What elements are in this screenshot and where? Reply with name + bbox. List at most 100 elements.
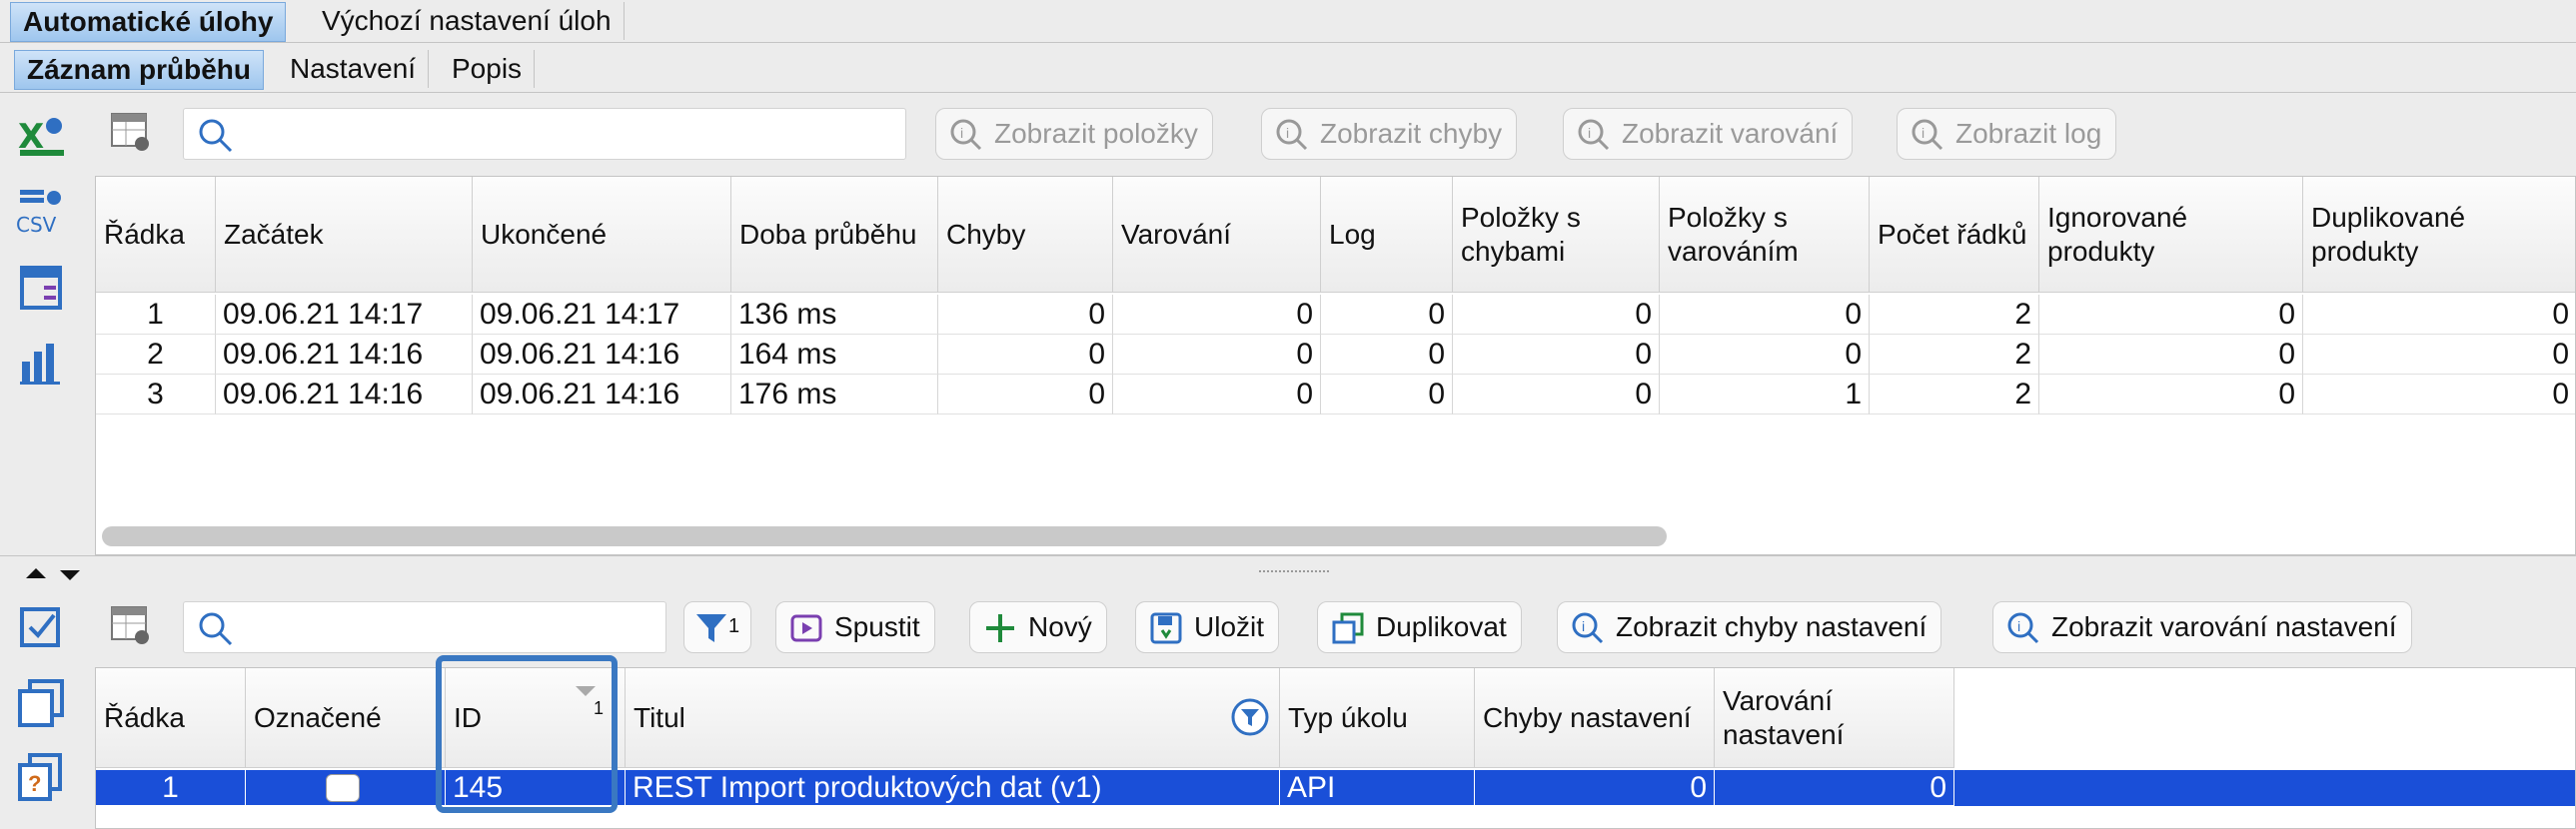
tab-nastaveni[interactable]: Nastavení xyxy=(278,50,430,88)
run-log-cell-7[interactable]: 0 xyxy=(1453,335,1660,375)
zobrazit-log-label: Zobrazit log xyxy=(1955,118,2102,149)
column-header-5[interactable]: Varování xyxy=(1113,177,1321,293)
run-log-cell-6[interactable]: 0 xyxy=(1321,375,1453,414)
column-header-10[interactable]: Ignorované produkty xyxy=(2039,177,2303,293)
run-log-cell-10[interactable]: 0 xyxy=(2039,335,2303,375)
run-log-cell-2[interactable]: 09.06.21 14:16 xyxy=(473,335,731,375)
run-log-cell-10[interactable]: 0 xyxy=(2039,295,2303,335)
splitter-arrows-icon[interactable] xyxy=(22,562,84,586)
run-log-cell-9[interactable]: 2 xyxy=(1870,295,2039,335)
run-log-cell-1[interactable]: 09.06.21 14:17 xyxy=(216,295,473,335)
run-log-cell-11[interactable]: 0 xyxy=(2303,375,2575,414)
column-header-3[interactable]: Titul xyxy=(626,668,1280,768)
run-log-cell-7[interactable]: 0 xyxy=(1453,295,1660,335)
info-search-icon: i xyxy=(950,119,982,151)
bar-chart-icon[interactable] xyxy=(16,336,68,388)
novy-button[interactable]: Nový xyxy=(969,601,1107,653)
run-log-cell-2[interactable]: 09.06.21 14:17 xyxy=(473,295,731,335)
upper-search-input[interactable] xyxy=(183,108,906,160)
run-log-cell-6[interactable]: 0 xyxy=(1321,295,1453,335)
zobrazit-varovani-nastaveni-button[interactable]: i Zobrazit varování nastavení xyxy=(1992,601,2412,653)
column-header-11[interactable]: Duplikované produkty xyxy=(2303,177,2575,293)
task-cell-3[interactable]: REST Import produktových dat (v1) xyxy=(626,770,1280,806)
column-header-1[interactable]: Začátek xyxy=(216,177,473,293)
table-settings-icon[interactable] xyxy=(108,603,152,647)
spustit-button[interactable]: Spustit xyxy=(775,601,935,653)
run-log-cell-5[interactable]: 0 xyxy=(1113,375,1321,414)
run-log-cell-8[interactable]: 1 xyxy=(1660,375,1870,414)
ulozit-button[interactable]: Uložit xyxy=(1135,601,1280,653)
column-header-6[interactable]: Log xyxy=(1321,177,1453,293)
help-document-icon[interactable]: ? xyxy=(16,751,68,803)
column-header-4[interactable]: Chyby xyxy=(938,177,1113,293)
run-log-cell-5[interactable]: 0 xyxy=(1113,335,1321,375)
search-icon xyxy=(199,119,233,153)
tasks-table[interactable]: Řádka Označené ID Titul Typ úkolu Chyby nasta… xyxy=(95,667,2576,829)
copy-icon[interactable] xyxy=(16,677,68,729)
task-cell-6[interactable]: 0 xyxy=(1715,770,1954,806)
column-header-0[interactable]: Řádka xyxy=(96,177,216,293)
column-header-0[interactable]: Řádka xyxy=(96,668,246,768)
duplikovat-button[interactable]: Duplikovat xyxy=(1317,601,1522,653)
table-settings-icon[interactable] xyxy=(108,110,152,154)
excel-export-icon[interactable]: X xyxy=(16,110,68,162)
zobrazit-chyby-nastaveni-button[interactable]: i Zobrazit chyby nastavení xyxy=(1557,601,1942,653)
tab-popis[interactable]: Popis xyxy=(440,50,536,88)
run-log-cell-1[interactable]: 09.06.21 14:16 xyxy=(216,375,473,414)
run-log-cell-8[interactable]: 0 xyxy=(1660,295,1870,335)
task-cell-0[interactable]: 1 xyxy=(96,770,246,806)
zobrazit-polozky-button[interactable]: i Zobrazit položky xyxy=(935,108,1213,160)
column-header-9[interactable]: Počet řádků xyxy=(1870,177,2039,293)
run-log-cell-9[interactable]: 2 xyxy=(1870,375,2039,414)
run-log-cell-3[interactable]: 164 ms xyxy=(731,335,938,375)
run-log-cell-3[interactable]: 136 ms xyxy=(731,295,938,335)
column-header-2[interactable]: Ukončené xyxy=(473,177,731,293)
sort-descending-icon[interactable]: 1 xyxy=(574,684,604,718)
tab-automaticke-ulohy[interactable]: Automatické úlohy xyxy=(10,2,287,42)
run-log-table[interactable]: Řádka Začátek Ukončené Doba průběhu Chyby Var… xyxy=(95,176,2576,555)
column-header-4[interactable]: Typ úkolu xyxy=(1280,668,1475,768)
run-log-cell-0[interactable]: 1 xyxy=(96,295,216,335)
column-header-2[interactable]: ID xyxy=(446,668,626,768)
csv-export-icon[interactable]: CSV xyxy=(16,186,68,238)
tab-zaznam-prubehu[interactable]: Záznam průběhu xyxy=(14,50,265,90)
task-cell-5[interactable]: 0 xyxy=(1475,770,1715,806)
zobrazit-varovani-button[interactable]: i Zobrazit varování xyxy=(1563,108,1854,160)
splitter[interactable] xyxy=(0,555,2576,591)
run-log-cell-7[interactable]: 0 xyxy=(1453,375,1660,414)
run-log-cell-4[interactable]: 0 xyxy=(938,375,1113,414)
run-log-cell-11[interactable]: 0 xyxy=(2303,295,2575,335)
column-header-6[interactable]: Varování nastavení xyxy=(1715,668,1954,768)
horizontal-scrollbar[interactable] xyxy=(102,526,1667,546)
zobrazit-log-button[interactable]: i Zobrazit log xyxy=(1897,108,2117,160)
column-header-3[interactable]: Doba průběhu xyxy=(731,177,938,293)
column-header-7[interactable]: Položky s chybami xyxy=(1453,177,1660,293)
column-header-8[interactable]: Položky s varováním xyxy=(1660,177,1870,293)
check-list-icon[interactable] xyxy=(16,603,68,655)
run-log-cell-5[interactable]: 0 xyxy=(1113,295,1321,335)
run-log-cell-1[interactable]: 09.06.21 14:16 xyxy=(216,335,473,375)
column-header-1[interactable]: Označené xyxy=(246,668,446,768)
zobrazit-chyby-button[interactable]: i Zobrazit chyby xyxy=(1261,108,1518,160)
run-log-cell-8[interactable]: 0 xyxy=(1660,335,1870,375)
run-log-cell-4[interactable]: 0 xyxy=(938,335,1113,375)
column-filter-icon[interactable] xyxy=(1231,698,1269,736)
run-log-cell-11[interactable]: 0 xyxy=(2303,335,2575,375)
run-log-cell-6[interactable]: 0 xyxy=(1321,335,1453,375)
run-log-cell-2[interactable]: 09.06.21 14:16 xyxy=(473,375,731,414)
run-log-cell-0[interactable]: 2 xyxy=(96,335,216,375)
run-log-cell-10[interactable]: 0 xyxy=(2039,375,2303,414)
column-header-5[interactable]: Chyby nastavení xyxy=(1475,668,1715,768)
oznacene-checkbox[interactable] xyxy=(326,774,360,802)
run-log-cell-3[interactable]: 176 ms xyxy=(731,375,938,414)
table-transfer-icon[interactable] xyxy=(16,262,68,314)
task-cell-2[interactable]: 145 xyxy=(446,770,626,806)
run-log-cell-9[interactable]: 2 xyxy=(1870,335,2039,375)
selected-row-fill[interactable] xyxy=(1954,770,2575,806)
lower-search-input[interactable] xyxy=(183,601,666,653)
filter-button[interactable]: 1 xyxy=(683,601,751,653)
run-log-cell-0[interactable]: 3 xyxy=(96,375,216,414)
task-cell-4[interactable]: API xyxy=(1280,770,1475,806)
run-log-cell-4[interactable]: 0 xyxy=(938,295,1113,335)
tab-vychozi-nastaveni[interactable]: Výchozí nastavení úloh xyxy=(310,2,625,40)
